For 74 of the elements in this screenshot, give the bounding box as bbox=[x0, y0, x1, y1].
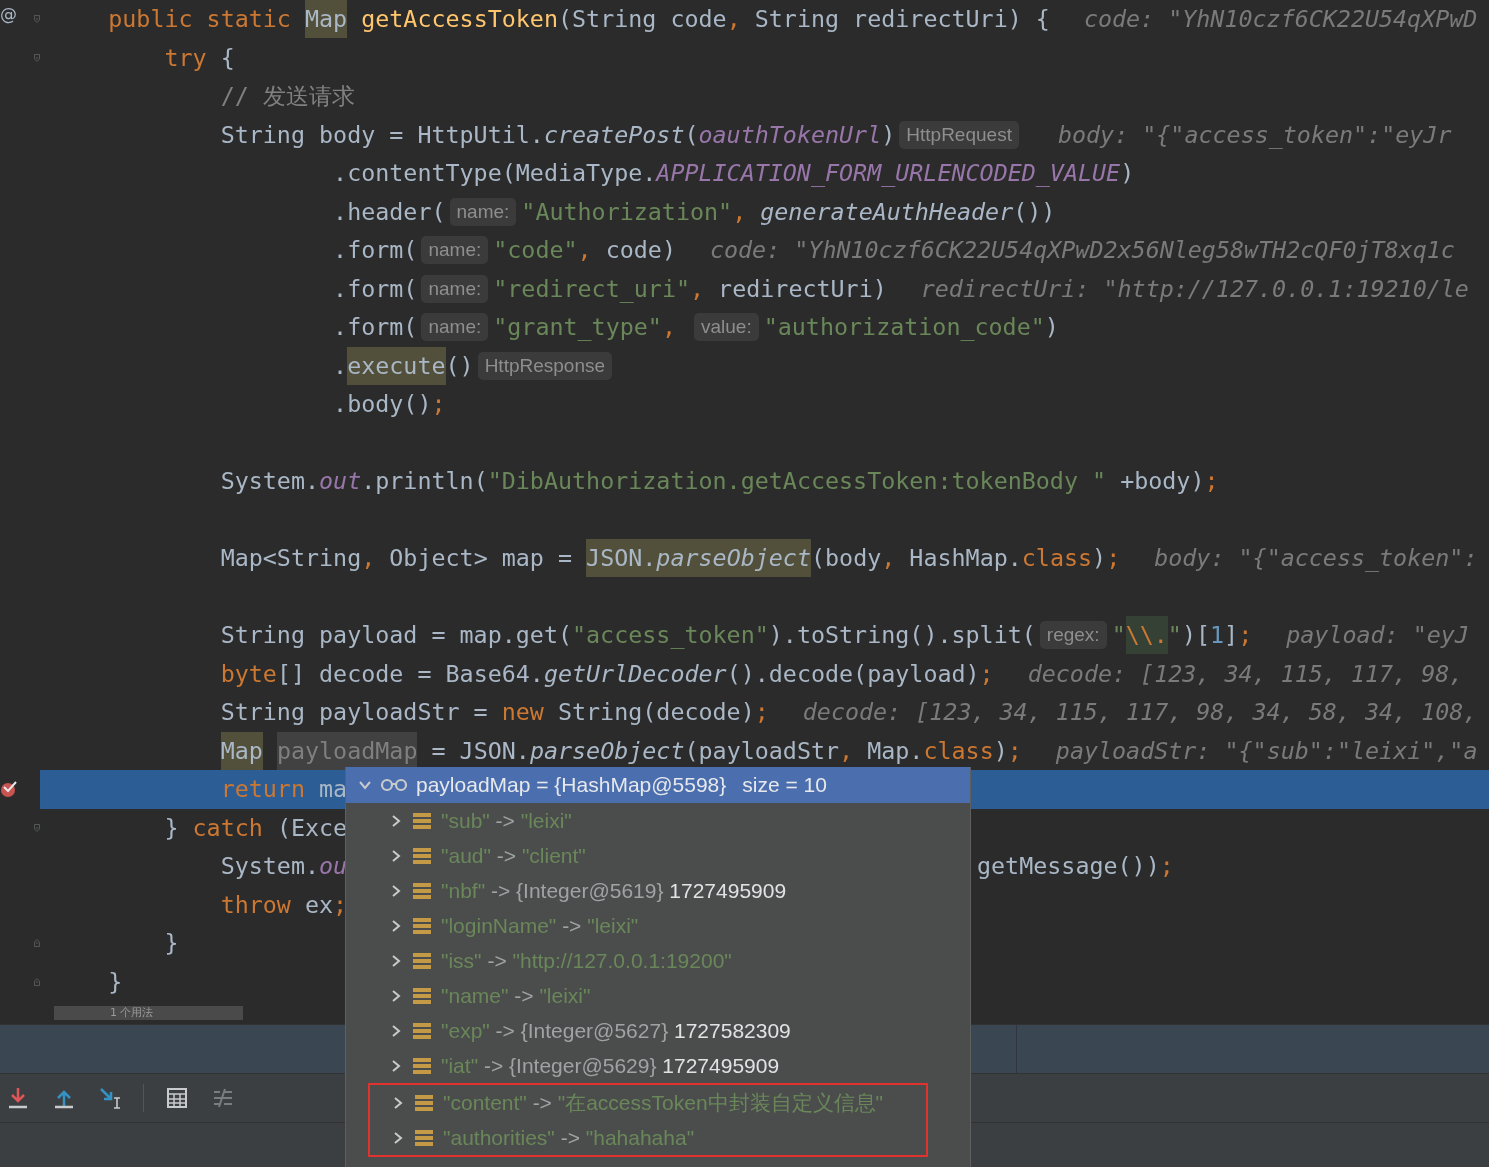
field-list-icon bbox=[413, 986, 431, 1005]
field-list-icon bbox=[413, 916, 431, 935]
inlay-hint: name: bbox=[421, 313, 489, 342]
map-entry: "iat" -> {Integer@5629} 1727495909 bbox=[441, 1053, 780, 1078]
code-text: throw ex; bbox=[219, 889, 348, 921]
code-text: .contentType(MediaType.APPLICATION_FORM_URLENCODED_VALUE) bbox=[332, 158, 1135, 190]
map-entry: "content" -> "在accessToken中封装自定义信息" bbox=[443, 1089, 884, 1116]
inlay-hint: regex: bbox=[1039, 621, 1107, 650]
size-label: size = 10 bbox=[742, 773, 827, 797]
code-text: .body(); bbox=[332, 389, 446, 421]
field-list-icon bbox=[413, 1021, 431, 1040]
code-text: .header( bbox=[332, 196, 446, 228]
code-text: byte[] decode = Base64.getUrlDecoder().decode(payload); bbox=[219, 658, 994, 690]
code-text: Map payloadMap = JSON.parseObject(payloadStr, Map.class); bbox=[52, 731, 1022, 770]
field-list-icon bbox=[413, 881, 431, 900]
inlay-hint: value: bbox=[694, 313, 759, 342]
map-entry: "name" -> "leixi" bbox=[441, 983, 591, 1008]
code-text: try { bbox=[163, 42, 235, 74]
code-text: getMessage()); bbox=[977, 851, 1174, 883]
field-list-icon bbox=[413, 1056, 431, 1075]
code-text: return ma bbox=[219, 774, 348, 806]
inline-debug-value: decode: [123, 34, 115, 117, 98, bbox=[1027, 659, 1464, 688]
inlay-hint: name: bbox=[449, 197, 517, 226]
map-entry: "exp" -> {Integer@5627} 1727582309 bbox=[441, 1018, 791, 1043]
inlay-hint: HttpRequest bbox=[899, 120, 1019, 149]
code-text: "redirect_uri", redirectUri) bbox=[493, 273, 887, 305]
code-text: .form( bbox=[332, 312, 418, 344]
inline-debug-value: code: "YhN10czf6CK22U54qXPwD bbox=[1083, 5, 1478, 34]
map-entry: "aud" -> "client" bbox=[441, 843, 586, 868]
code-text: } bbox=[107, 966, 123, 998]
map-entry: "authorities" -> "hahahaha" bbox=[443, 1125, 695, 1150]
inline-debug-value: code: "YhN10czf6CK22U54qXPwD2x56Nleg58wTH2cQF0jT8xq1c bbox=[709, 236, 1455, 265]
code-text: .execute() bbox=[52, 346, 474, 385]
code-text: String payload = map.get("access_token").toString().split( bbox=[219, 620, 1036, 652]
inline-debug-value: redirectUri: "http://127.0.0.1:19210/le bbox=[920, 274, 1469, 303]
code-text: String body = HttpUtil.createPost(oauthTokenUrl) bbox=[219, 119, 896, 151]
code-text: .form( bbox=[332, 235, 418, 267]
step-cursor-icon[interactable] bbox=[97, 1085, 123, 1111]
glasses-icon bbox=[380, 778, 408, 792]
code-text: } bbox=[163, 928, 179, 960]
inlay-hint: name: bbox=[421, 274, 489, 303]
code-text: String payloadStr = new String(decode); bbox=[219, 697, 769, 729]
field-list-icon bbox=[415, 1128, 433, 1147]
code-text: "grant_type", bbox=[493, 312, 677, 344]
table-icon[interactable] bbox=[164, 1085, 190, 1111]
inline-debug-value: payload: "eyJ bbox=[1286, 621, 1469, 650]
code-text: } catch (Exce bbox=[163, 812, 348, 844]
inline-debug-value: body: "{"access_token":"eyJr bbox=[1057, 120, 1452, 149]
inline-debug-value: decode: [123, 34, 115, 117, 98, 34, 58, 34, 108, bbox=[802, 698, 1478, 727]
code-text: "\\.")[1]; bbox=[1111, 616, 1253, 655]
inlay-hint: name: bbox=[421, 236, 489, 265]
field-list-icon bbox=[415, 1093, 433, 1112]
code-text: Map<String, Object> map = JSON.parseObject(body, HashMap.class); bbox=[52, 539, 1121, 578]
field-list-icon bbox=[413, 811, 431, 830]
inline-debug-value: payloadStr: "{"sub":"leixi","a bbox=[1055, 736, 1478, 765]
code-text: "code", code) bbox=[493, 235, 676, 267]
breakpoint-icon[interactable] bbox=[0, 780, 18, 798]
field-list-icon bbox=[413, 951, 431, 970]
code-text: System.out.println("DibAuthorization.getAccessToken:tokenBody " +body); bbox=[219, 466, 1219, 498]
map-entry: "loginName" -> "leixi" bbox=[441, 913, 639, 938]
map-entry: "nbf" -> {Integer@5619} 1727495909 bbox=[441, 878, 787, 903]
variable-label: payloadMap = {HashMap@5598} bbox=[416, 773, 727, 797]
map-entry: "sub" -> "leixi" bbox=[441, 808, 572, 833]
annotation-marker[interactable]: @ bbox=[0, 4, 17, 24]
code-text: System.ou bbox=[219, 851, 348, 883]
code-text: .form( bbox=[332, 273, 418, 305]
map-entry: "iss" -> "http://127.0.0.1:19200" bbox=[441, 948, 732, 973]
field-list-icon bbox=[413, 846, 431, 865]
code-text: "authorization_code") bbox=[763, 312, 1059, 344]
inlay-hint: HttpResponse bbox=[477, 351, 613, 380]
code-text: // 发送请求 bbox=[219, 81, 355, 113]
code-text: "Authorization", generateAuthHeader()) bbox=[521, 196, 1056, 228]
code-text: public static Map getAccessToken(String code, String redirectUri) { bbox=[52, 0, 1050, 39]
inline-debug-value: body: "{"access_token": bbox=[1154, 544, 1478, 573]
